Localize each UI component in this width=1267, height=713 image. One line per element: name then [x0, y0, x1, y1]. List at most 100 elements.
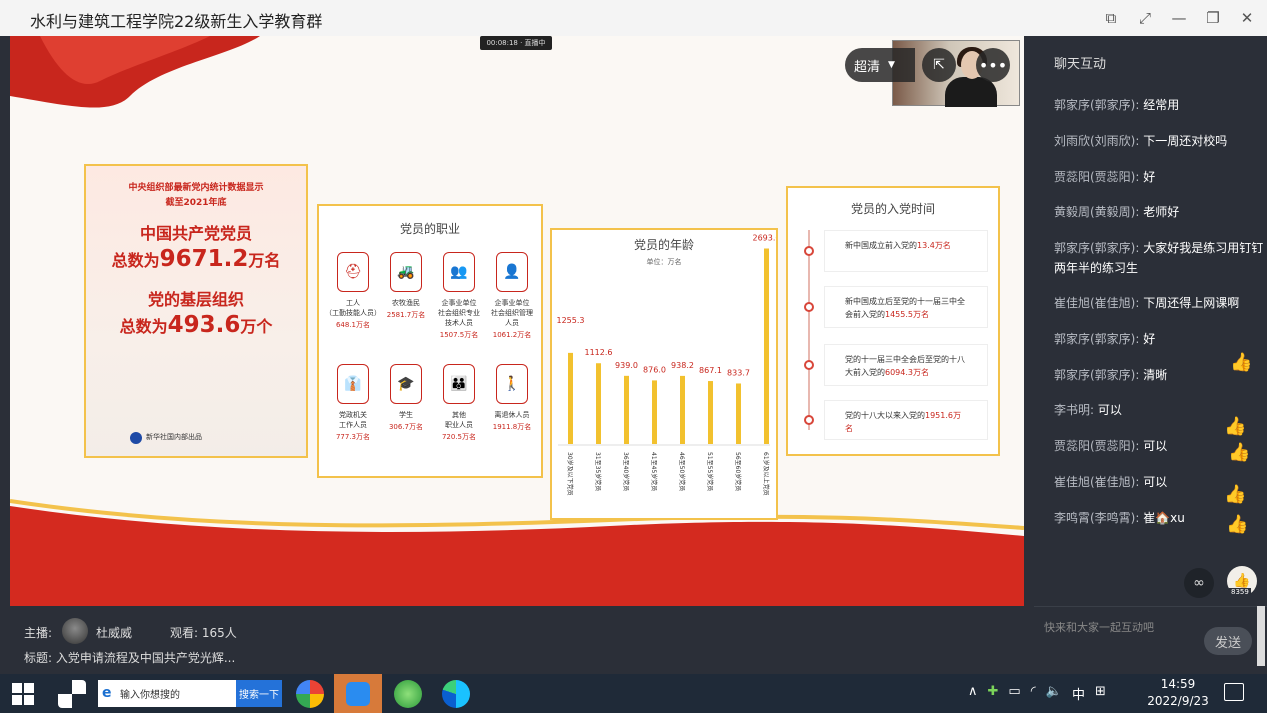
restore-icon[interactable]: ❐ — [1201, 6, 1225, 30]
thumbs-up-icon: 👍 — [1226, 514, 1249, 535]
keyboard-grid-icon[interactable]: ⊞ — [1095, 684, 1106, 703]
share-icon: ⇱ — [933, 57, 945, 73]
search-button[interactable]: 搜索一下 — [236, 680, 282, 707]
quality-label: 超清 — [854, 59, 881, 75]
chat-message: 郭家序(郭家序): 大家好我是练习用钉钉两年半的练习生 — [1054, 238, 1264, 278]
chat-user[interactable]: 刘雨欣(刘雨欣): — [1054, 134, 1143, 148]
chat-user[interactable]: 郭家序(郭家序): — [1054, 332, 1143, 346]
xinhua-logo-icon — [130, 432, 142, 444]
age-category-label: 56至60岁党员 — [734, 452, 742, 491]
close-icon[interactable]: ✕ — [1235, 6, 1259, 30]
chat-user[interactable]: 李鸣霄(李鸣霄): — [1054, 511, 1143, 525]
link-button[interactable]: ∞ — [1184, 568, 1214, 598]
occupation-label: 工人 （工勤技能人员） — [325, 299, 381, 317]
chat-user[interactable]: 崔佳旭(崔佳旭): — [1054, 475, 1143, 489]
occupation-item: 👔 党政机关 工作人员 777.3万名 — [325, 364, 381, 442]
browser-360-icon[interactable] — [394, 680, 422, 708]
occupation-label: 学生 — [399, 411, 413, 419]
stream-subject: 标题: 入党申请流程及中国共产党光辉... — [24, 651, 236, 665]
occupation-item: 👪 其他 职业人员 720.5万名 — [431, 364, 487, 442]
search-input[interactable]: e 输入你想搜的 — [98, 680, 236, 707]
summary-line-3: 中国共产党党员 — [139, 224, 252, 243]
edge-icon[interactable] — [442, 680, 470, 708]
chrome-icon[interactable] — [296, 680, 324, 708]
chat-user[interactable]: 贾蕊阳(贾蕊阳): — [1054, 439, 1143, 453]
occupation-label: 离退休人员 — [494, 411, 530, 419]
manager-icon: 👤 — [496, 252, 528, 292]
age-bar-chart: 1255.3 30岁及以下党员 1112.6 31至35岁党员 939.0 36至40岁党… — [557, 234, 777, 496]
chat-text: 好 — [1143, 170, 1156, 184]
chat-input[interactable]: 快来和大家一起互动吧 — [1044, 619, 1154, 635]
chat-input-area: 快来和大家一起互动吧 发送 — [1034, 606, 1267, 674]
occupation-value: 777.3万名 — [335, 433, 371, 441]
occupation-value: 720.5万名 — [441, 433, 477, 441]
chevron-up-icon[interactable]: ∧ — [968, 684, 978, 703]
scrollbar[interactable] — [1257, 606, 1265, 666]
chat-user[interactable]: 郭家序(郭家序): — [1054, 98, 1143, 112]
worker-icon: ⛑ — [337, 252, 369, 292]
fullscreen-icon[interactable]: ⤢ — [1133, 6, 1157, 30]
others-icon: 👪 — [443, 364, 475, 404]
age-bar-value-label: 2693.0 — [753, 234, 777, 243]
live-video-stage[interactable]: 00:08:18 · 直播中 超清 ▼ ⇱ ••• 中央组织部最新党内统计数据显… — [10, 36, 1024, 606]
occupation-item: 🚜 农牧渔民 2581.7万名 — [378, 252, 434, 320]
thumbs-up-icon: 👍 — [1228, 442, 1251, 463]
occupation-label: 企事业单位 社会组织管理 人员 — [491, 299, 533, 327]
age-category-label: 46至50岁党员 — [678, 452, 686, 491]
dingtalk-icon — [346, 682, 370, 706]
caret-down-icon: ▼ — [888, 60, 895, 70]
avatar[interactable] — [62, 618, 88, 644]
thumbs-up-icon: 👍 — [1224, 484, 1247, 505]
chat-user[interactable]: 李书明: — [1054, 403, 1098, 417]
red-ribbon-decoration — [10, 36, 260, 108]
chat-title: 聊天互动 — [1054, 57, 1107, 72]
timeline-text: 党的十八大以来入党的 — [845, 411, 925, 420]
chat-text: 下一周还对校吗 — [1143, 134, 1228, 148]
chat-message: 崔佳旭(崔佳旭): 下周还得上网课啊 — [1054, 293, 1264, 313]
chat-user[interactable]: 黄毅周(黄毅周): — [1054, 205, 1143, 219]
battery-icon[interactable]: ▭ — [1008, 684, 1020, 703]
popout-icon[interactable]: ⧉ — [1099, 6, 1123, 30]
notification-icon[interactable] — [1224, 683, 1244, 701]
occupation-label: 其他 职业人员 — [445, 411, 473, 429]
chat-user[interactable]: 郭家序(郭家序): — [1054, 241, 1143, 255]
age-category-label: 31至35岁党员 — [594, 452, 602, 491]
security-icon[interactable]: ✚ — [988, 684, 999, 703]
link-icon: ∞ — [1193, 575, 1205, 591]
dingtalk-taskbar-button[interactable] — [334, 674, 382, 713]
wifi-icon[interactable]: ◜ — [1031, 684, 1036, 703]
chat-message: 郭家序(郭家序): 经常用 — [1054, 95, 1264, 115]
member-total: 总数为9671.2万名 — [111, 246, 281, 272]
pinwheel-app-icon[interactable] — [58, 680, 86, 708]
taskbar: e 输入你想搜的 搜索一下 ∧ ✚ ▭ ◜ 🔈 中 ⊞ 14:59 2022/9… — [0, 674, 1267, 713]
chat-text: 好 — [1143, 332, 1156, 346]
window-title: 水利与建筑工程学院22级新生入学教育群 — [30, 12, 323, 31]
age-bar-value-label: 1255.3 — [557, 316, 585, 325]
chat-user[interactable]: 崔佳旭(崔佳旭): — [1054, 296, 1143, 310]
professional-icon: 👥 — [443, 252, 475, 292]
more-options-button[interactable]: ••• — [976, 48, 1010, 82]
chat-user[interactable]: 贾蕊阳(贾蕊阳): — [1054, 170, 1143, 184]
windows-start-icon[interactable] — [12, 683, 34, 705]
age-category-label: 36至40岁党员 — [622, 452, 630, 491]
ie-icon: e — [102, 685, 112, 701]
clock[interactable]: 14:59 2022/9/23 — [1146, 676, 1210, 710]
send-button[interactable]: 发送 — [1204, 627, 1252, 655]
occupation-value: 2581.7万名 — [386, 311, 426, 319]
chat-user[interactable]: 郭家序(郭家序): — [1054, 368, 1143, 382]
chat-message: 郭家序(郭家序): 好 — [1054, 329, 1264, 349]
join-time-title: 党员的入党时间 — [850, 202, 935, 216]
ime-indicator[interactable]: 中 — [1072, 684, 1085, 703]
chat-message: 贾蕊阳(贾蕊阳): 好 — [1054, 167, 1264, 187]
chat-text: 可以 — [1097, 403, 1122, 417]
live-timer-badge: 00:08:18 · 直播中 — [480, 36, 552, 50]
minimize-icon[interactable]: — — [1167, 6, 1191, 30]
chat-text: 可以 — [1143, 475, 1168, 489]
volume-icon[interactable]: 🔈 — [1046, 684, 1062, 703]
summary-line-2: 截至2021年底 — [165, 198, 227, 208]
official-icon: 👔 — [337, 364, 369, 404]
thumbs-up-icon: 👍 — [1224, 416, 1247, 437]
timeline-value: 1455.5万名 — [885, 310, 929, 319]
share-screen-button[interactable]: ⇱ — [922, 48, 956, 82]
quality-selector[interactable]: 超清 ▼ — [845, 48, 915, 82]
